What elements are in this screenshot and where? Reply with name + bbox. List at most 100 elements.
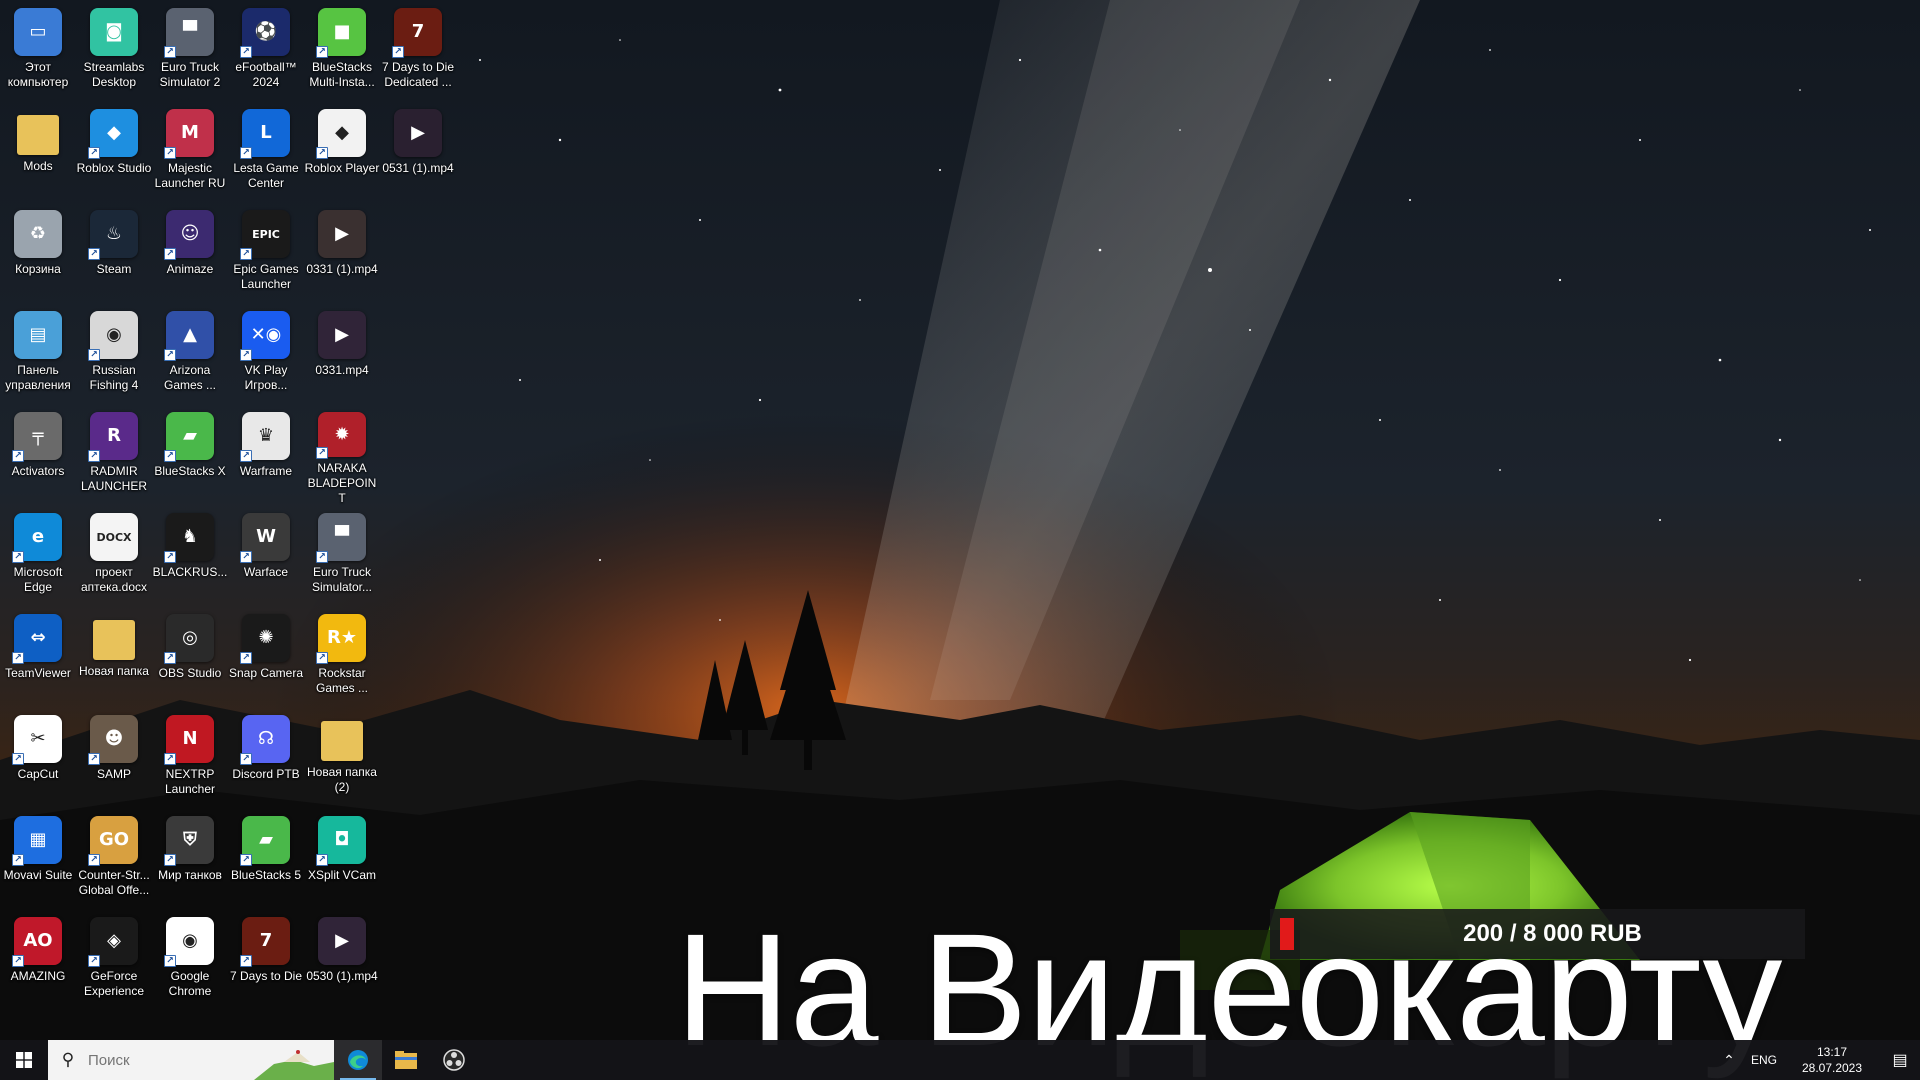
desktop-icon[interactable]: ▰ ↗ BlueStacks X — [152, 406, 228, 506]
desktop-icon[interactable]: ▤ Панель управления — [0, 305, 76, 405]
desktop-icon[interactable]: R ↗ RADMIR LAUNCHER — [76, 406, 152, 506]
nextrp-icon: N ↗ — [164, 715, 214, 765]
desktop-icon[interactable]: Новая папка (2) — [304, 709, 380, 809]
desktop-icon[interactable]: Новая папка — [76, 608, 152, 708]
desktop-icon[interactable]: ◆ ↗ Roblox Studio — [76, 103, 152, 203]
desktop-icon[interactable]: e ↗ Microsoft Edge — [0, 507, 76, 607]
edge-taskbar-icon[interactable] — [334, 1040, 382, 1080]
desktop-icon[interactable]: ╤ ↗ Activators — [0, 406, 76, 506]
clock[interactable]: 13:17 28.07.2023 — [1784, 1044, 1880, 1076]
show-hidden-icons-chevron-icon[interactable]: ⌃ — [1714, 1052, 1744, 1069]
icon-glyph: 7 — [259, 930, 273, 951]
desktop-icon[interactable]: ✺ ↗ Snap Camera — [228, 608, 304, 708]
desktop-icon[interactable]: ▶ 0530 (1).mp4 — [304, 911, 380, 1011]
search-input[interactable] — [88, 1051, 268, 1069]
folder-icon — [17, 115, 59, 155]
desktop-icon-label: BLACKRUS... — [152, 565, 228, 579]
desktop-icon-label: Animaze — [166, 262, 214, 276]
desktop-icon[interactable]: ♨ ↗ Steam — [76, 204, 152, 304]
desktop-icon[interactable]: ☺ ↗ Animaze — [152, 204, 228, 304]
desktop-icon[interactable]: ▦ ↗ Movavi Suite — [0, 810, 76, 910]
desktop-icon[interactable]: ◉ ↗ Google Chrome — [152, 911, 228, 1011]
desktop-icon[interactable]: ◙ Streamlabs Desktop — [76, 2, 152, 102]
desktop-icon[interactable]: ◎ ↗ OBS Studio — [152, 608, 228, 708]
7days-icon: 7 ↗ — [240, 917, 290, 967]
icon-glyph: L — [260, 122, 272, 143]
desktop-icon[interactable]: ⛨ ↗ Мир танков — [152, 810, 228, 910]
desktop-icon-label: Warface — [243, 565, 289, 579]
shortcut-arrow-icon: ↗ — [164, 955, 176, 967]
desktop-icon[interactable]: W ↗ Warface — [228, 507, 304, 607]
desktop-icon[interactable]: ▭ Этот компьютер — [0, 2, 76, 102]
desktop-icon[interactable]: ▀ ↗ Euro Truck Simulator... — [304, 507, 380, 607]
this-pc-icon: ▭ — [14, 8, 62, 56]
shortcut-arrow-icon: ↗ — [240, 248, 252, 260]
shortcut-arrow-icon: ↗ — [12, 450, 24, 462]
desktop-icon[interactable]: Mods — [0, 103, 76, 203]
shortcut-arrow-icon: ↗ — [12, 854, 24, 866]
desktop-icon[interactable]: ☻ ↗ SAMP — [76, 709, 152, 809]
shortcut-arrow-icon: ↗ — [316, 652, 328, 664]
desktop-icon[interactable]: ✕◉ ↗ VK Play Игров... — [228, 305, 304, 405]
shortcut-arrow-icon: ↗ — [164, 349, 176, 361]
desktop-icon[interactable]: N ↗ NEXTRP Launcher — [152, 709, 228, 809]
input-language-indicator[interactable]: ENG — [1744, 1053, 1784, 1067]
desktop-icon-label: Steam — [96, 262, 132, 276]
desktop-icon[interactable]: ♻ Корзина — [0, 204, 76, 304]
desktop-icon-label: Lesta Game Center — [233, 161, 299, 190]
desktop-icon[interactable]: R★ ↗ Rockstar Games ... — [304, 608, 380, 708]
desktop-icon[interactable]: ✂ ↗ CapCut — [0, 709, 76, 809]
desktop-icon[interactable]: ◆ ↗ Roblox Player — [304, 103, 380, 203]
desktop-icon[interactable]: ◘ ↗ XSplit VCam — [304, 810, 380, 910]
desktop-icon[interactable]: ♛ ↗ Warframe — [228, 406, 304, 506]
desktop-icon[interactable]: ▶ 0531 (1).mp4 — [380, 103, 456, 203]
desktop-icon[interactable]: ■ ↗ BlueStacks Multi-Insta... — [304, 2, 380, 102]
icon-glyph: ▭ — [29, 21, 47, 42]
desktop-icon[interactable]: ▶ 0331.mp4 — [304, 305, 380, 405]
desktop-icon-label: VK Play Игров... — [244, 363, 288, 392]
desktop-icon[interactable]: ♞ ↗ BLACKRUS... — [152, 507, 228, 607]
desktop-icon-label: Arizona Games ... — [163, 363, 216, 392]
notification-center-icon[interactable]: ▤ — [1880, 1050, 1920, 1070]
shortcut-arrow-icon: ↗ — [12, 753, 24, 765]
icon-glyph: ▰ — [259, 829, 273, 850]
desktop-icon[interactable]: 7 ↗ 7 Days to Die Dedicated ... — [380, 2, 456, 102]
desktop-icon[interactable]: GO ↗ Counter-Str... Global Offe... — [76, 810, 152, 910]
desktop-icon[interactable]: ◈ ↗ GeForce Experience — [76, 911, 152, 1011]
taskbar-search-box[interactable]: ⚲ — [48, 1040, 334, 1080]
file-explorer-taskbar-icon[interactable] — [382, 1040, 430, 1080]
desktop-icon[interactable]: 7 ↗ 7 Days to Die — [228, 911, 304, 1011]
desktop-icon-label: BlueStacks 5 — [230, 868, 302, 882]
vk-play-icon: ✕◉ ↗ — [240, 311, 290, 361]
video-file-icon: ▶ — [318, 210, 366, 258]
desktop-icon[interactable]: ▲ ↗ Arizona Games ... — [152, 305, 228, 405]
desktop-icon-label: 7 Days to Die Dedicated ... — [381, 60, 455, 89]
steam-icon: ♨ ↗ — [88, 210, 138, 260]
system-tray: ⌃ ENG 13:17 28.07.2023 ▤ — [1714, 1040, 1920, 1080]
desktop-icon[interactable]: AO ↗ AMAZING — [0, 911, 76, 1011]
icon-glyph: W — [256, 526, 276, 547]
desktop-icon[interactable]: ✹ ↗ NARAKA BLADEPOINT — [304, 406, 380, 506]
geforce-icon: ◈ ↗ — [88, 917, 138, 967]
desktop-icon[interactable]: ▶ 0331 (1).mp4 — [304, 204, 380, 304]
desktop-icon[interactable]: ☊ ↗ Discord PTB — [228, 709, 304, 809]
desktop-icon-label: 7 Days to Die — [229, 969, 303, 983]
xsplit-vcam-icon: ◘ ↗ — [316, 816, 366, 866]
majestic-icon: M ↗ — [164, 109, 214, 159]
obs-taskbar-icon[interactable] — [430, 1040, 478, 1080]
desktop-icon[interactable]: EPIC ↗ Epic Games Launcher — [228, 204, 304, 304]
icon-glyph: ⇔ — [30, 627, 46, 648]
shortcut-arrow-icon: ↗ — [164, 248, 176, 260]
desktop-icon[interactable]: L ↗ Lesta Game Center — [228, 103, 304, 203]
icon-glyph: ◙ — [105, 21, 123, 42]
desktop-icon[interactable]: ▀ ↗ Euro Truck Simulator 2 — [152, 2, 228, 102]
desktop-icon[interactable]: ▰ ↗ BlueStacks 5 — [228, 810, 304, 910]
desktop-icon[interactable]: ⚽ ↗ eFootball™ 2024 — [228, 2, 304, 102]
desktop-icon[interactable]: ◉ ↗ Russian Fishing 4 — [76, 305, 152, 405]
start-button[interactable] — [0, 1040, 48, 1080]
arizona-icon: ▲ ↗ — [164, 311, 214, 361]
desktop-icon[interactable]: M ↗ Majestic Launcher RU — [152, 103, 228, 203]
icon-glyph: ♞ — [181, 526, 199, 547]
desktop-icon[interactable]: DOCX проект аптека.docx — [76, 507, 152, 607]
desktop-icon[interactable]: ⇔ ↗ TeamViewer — [0, 608, 76, 708]
